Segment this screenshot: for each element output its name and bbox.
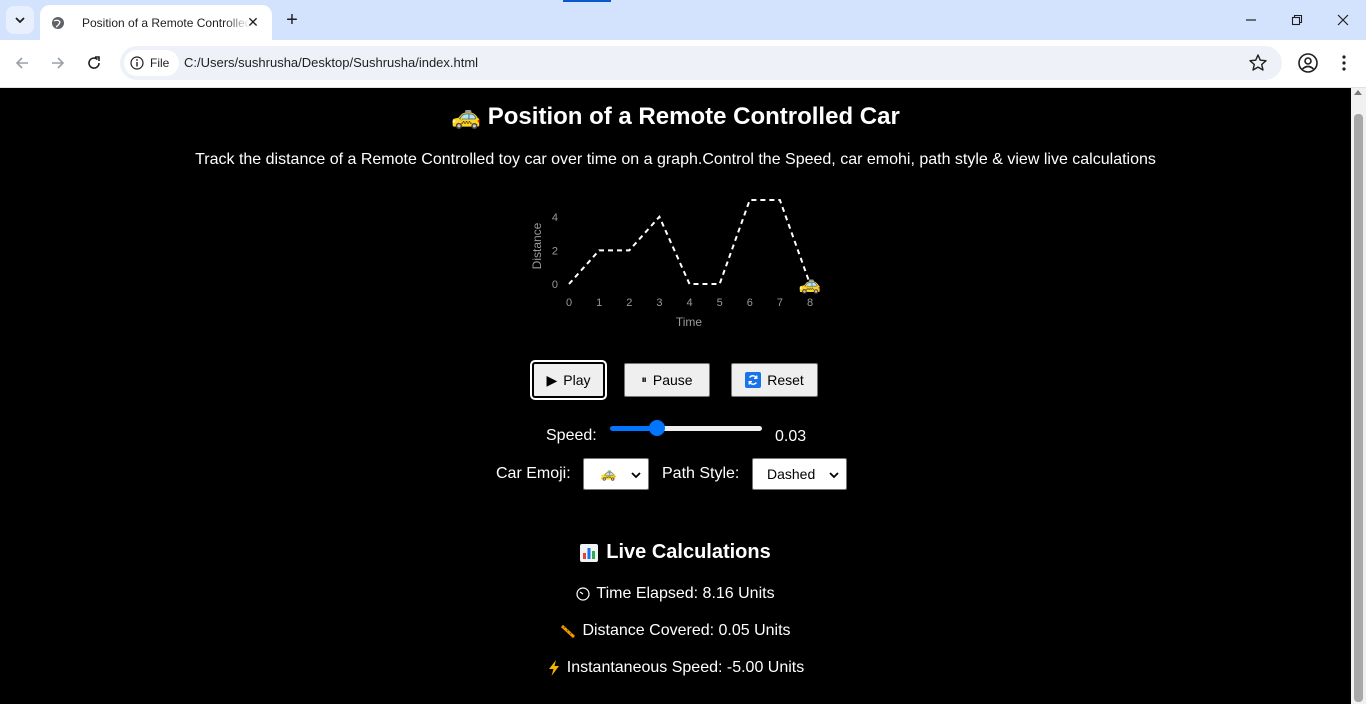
scroll-up-arrow[interactable] — [1354, 90, 1362, 95]
car-emoji-label: Car Emoji: — [496, 465, 571, 482]
chevron-down-icon — [631, 472, 641, 479]
x-tick-label: 3 — [656, 297, 662, 309]
speed-slider-track — [657, 426, 762, 431]
instantaneous-speed-row: Instantaneous Speed: -5.00 Units — [0, 659, 1351, 677]
tab-search-button[interactable] — [6, 6, 34, 34]
play-icon: ▶ — [546, 371, 558, 388]
restore-icon — [1291, 14, 1303, 26]
globe-icon — [50, 15, 66, 31]
ruler-icon — [561, 624, 576, 639]
speed-value: 0.03 — [775, 428, 807, 445]
lightning-icon — [548, 660, 559, 676]
back-button[interactable] — [9, 50, 35, 76]
x-tick-label: 5 — [717, 297, 723, 309]
scroll-thumb[interactable] — [1354, 114, 1363, 702]
star-icon[interactable] — [1248, 53, 1268, 73]
reset-button[interactable]: Reset — [731, 363, 818, 397]
page-subtitle: Track the distance of a Remote Controlle… — [195, 151, 1156, 168]
x-tick-label: 0 — [566, 297, 572, 309]
close-icon — [1337, 14, 1349, 26]
time-elapsed-row: Time Elapsed: 8.16 Units — [0, 585, 1351, 603]
minimize-icon — [1246, 19, 1256, 21]
y-tick-label: 0 — [552, 279, 558, 291]
close-window-button[interactable] — [1320, 0, 1366, 40]
url-text[interactable]: C:/Users/sushrusha/Desktop/Sushrusha/ind… — [184, 55, 478, 70]
page-title: 🚕 Position of a Remote Controlled Car — [0, 102, 1351, 131]
more-vertical-icon — [1342, 55, 1346, 71]
menu-button[interactable] — [1334, 51, 1354, 75]
address-bar[interactable]: File C:/Users/sushrusha/Desktop/Sushrush… — [120, 46, 1282, 80]
tab-title: Position of a Remote Controlled Car — [82, 15, 250, 30]
y-tick-label: 4 — [552, 212, 558, 224]
reload-icon — [88, 56, 100, 69]
speed-label: Speed: — [546, 427, 597, 444]
tab-strip: Position of a Remote Controlled Car ✕ + — [0, 0, 1366, 40]
x-tick-label: 7 — [777, 297, 783, 309]
x-tick-label: 2 — [626, 297, 632, 309]
browser-tab[interactable]: Position of a Remote Controlled Car ✕ — [40, 5, 272, 40]
close-tab-icon[interactable]: ✕ — [244, 13, 262, 31]
restore-button[interactable] — [1274, 0, 1320, 40]
x-tick-label: 1 — [596, 297, 602, 309]
car-emoji-select[interactable]: 🚕 — [583, 458, 649, 490]
path-style-label: Path Style: — [662, 465, 740, 482]
path-style-value: Dashed — [767, 466, 816, 482]
browser-toolbar: File C:/Users/sushrusha/Desktop/Sushrush… — [0, 40, 1366, 88]
minimize-button[interactable] — [1228, 0, 1274, 40]
chevron-down-icon — [15, 17, 25, 24]
car-marker: 🚕 — [799, 274, 821, 294]
pause-icon: ⏸ — [641, 373, 647, 386]
path-style-select[interactable]: Dashed — [752, 458, 847, 490]
arrow-right-icon — [52, 57, 65, 69]
x-axis-label: Time — [676, 315, 703, 329]
play-button[interactable]: ▶ Play — [530, 360, 607, 400]
taxi-icon: 🚕 — [451, 103, 482, 130]
live-calculations-heading: Live Calculations — [0, 541, 1351, 564]
bar-chart-icon — [580, 543, 599, 562]
page-content: 🚕 Position of a Remote Controlled Car Tr… — [0, 88, 1351, 704]
arrow-left-icon — [15, 57, 28, 69]
x-tick-label: 4 — [686, 297, 692, 309]
pause-button[interactable]: ⏸ Pause — [624, 363, 710, 397]
chip-label: File — [150, 56, 170, 70]
speed-slider[interactable] — [610, 420, 762, 436]
x-tick-label: 8 — [807, 297, 813, 309]
distance-covered-row: Distance Covered: 0.05 Units — [0, 622, 1351, 640]
page-title-text: Position of a Remote Controlled Car — [487, 103, 900, 130]
x-tick-label: 6 — [747, 297, 753, 309]
page-scrollbar[interactable] — [1351, 88, 1366, 704]
reset-label: Reset — [767, 372, 804, 388]
reload-button[interactable] — [81, 50, 107, 76]
time-elapsed-text: Time Elapsed: 8.16 Units — [596, 585, 775, 602]
profile-icon[interactable] — [1296, 51, 1320, 75]
chevron-down-icon — [829, 472, 839, 479]
pause-label: Pause — [652, 372, 693, 388]
instantaneous-speed-text: Instantaneous Speed: -5.00 Units — [566, 659, 805, 676]
tab-strip-indicator — [563, 0, 611, 2]
refresh-icon — [745, 372, 762, 388]
site-info-chip[interactable]: File — [124, 50, 180, 76]
speed-slider-thumb[interactable] — [649, 420, 666, 436]
car-emoji-value: 🚕 — [600, 466, 617, 481]
timer-icon — [576, 587, 591, 601]
y-axis-label: Distance — [530, 222, 544, 269]
distance-covered-text: Distance Covered: 0.05 Units — [582, 622, 791, 639]
distance-path-line — [568, 199, 811, 285]
y-tick-label: 2 — [552, 245, 558, 257]
play-label: Play — [563, 372, 591, 388]
info-icon — [130, 56, 144, 70]
live-calculations-title: Live Calculations — [606, 541, 771, 563]
new-tab-button[interactable]: + — [282, 9, 302, 31]
forward-button[interactable] — [45, 50, 71, 76]
distance-time-graph: 0 1 2 3 4 5 6 7 8 0 2 4 Time Distance 🚕 — [530, 199, 821, 329]
